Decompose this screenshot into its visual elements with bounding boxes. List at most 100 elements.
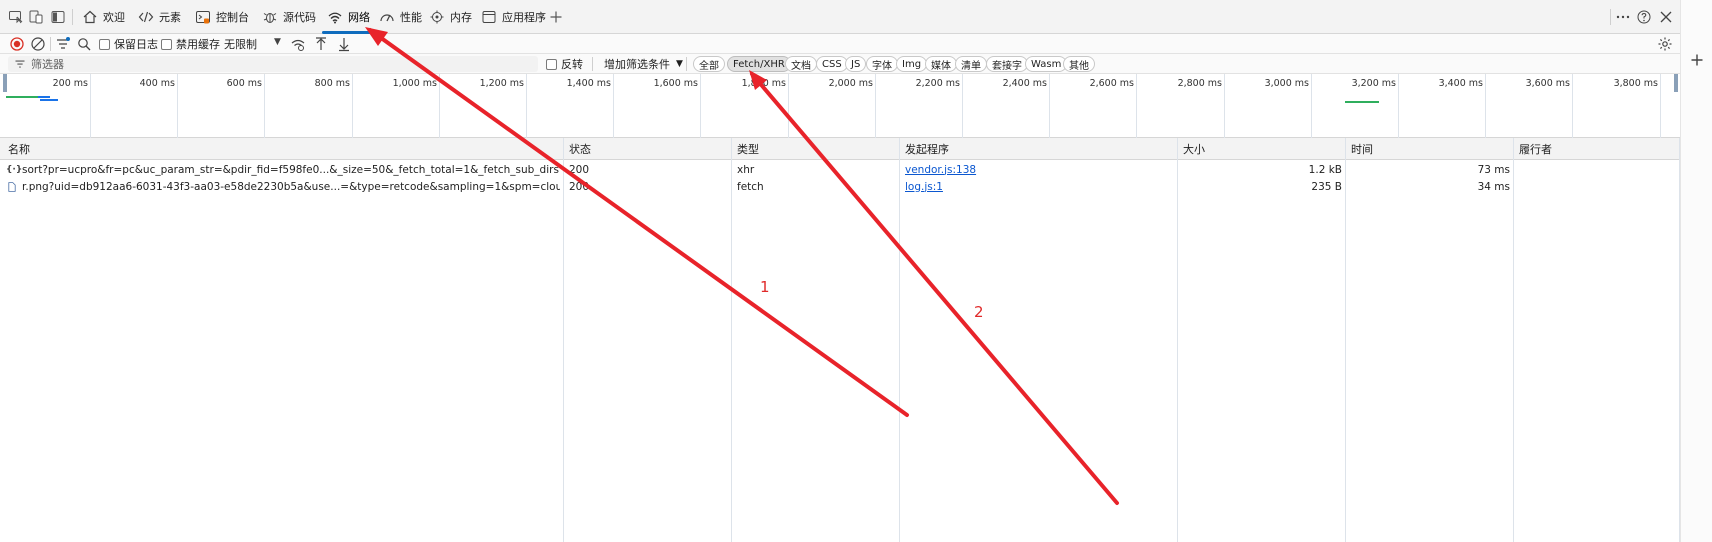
filter-type-wasm[interactable]: Wasm (1025, 56, 1068, 72)
code-icon (138, 9, 154, 25)
column-divider (1513, 138, 1514, 542)
tab-elements[interactable]: 元素 (138, 0, 181, 34)
add-icon[interactable] (1689, 52, 1705, 68)
filter-type-other[interactable]: 其他 (1063, 56, 1095, 72)
tab-network[interactable]: 网络 (327, 0, 370, 34)
filter-type-label: 其他 (1069, 60, 1089, 72)
tab-performance[interactable]: 性能 (379, 0, 422, 34)
table-row[interactable]: {·} sort?pr=ucpro&fr=pc&uc_param_str=&pd… (0, 161, 1680, 178)
filter-type-label: 清单 (961, 60, 981, 72)
import-har-icon[interactable] (313, 36, 329, 52)
filter-type-fetch-xhr[interactable]: Fetch/XHR (727, 56, 791, 72)
filter-type-manifest[interactable]: 清单 (955, 56, 987, 72)
overview-tick-label: 1,200 ms (479, 78, 524, 89)
request-initiator-link[interactable]: vendor.js:138 (905, 161, 1165, 178)
tab-label: 内存 (450, 11, 472, 24)
tab-sources[interactable]: 源代码 (262, 0, 316, 34)
overview-tick-label: 3,400 ms (1438, 78, 1483, 89)
column-header-type[interactable]: 类型 (731, 138, 759, 160)
overview-tick-label: 2,800 ms (1177, 78, 1222, 89)
tab-memory[interactable]: 内存 (429, 0, 472, 34)
table-row[interactable]: r.png?uid=db912aa6-6031-43f3-aa03-e58de2… (0, 178, 1680, 195)
filter-type-doc[interactable]: 文档 (785, 56, 817, 72)
tab-application[interactable]: 应用程序 (481, 0, 546, 34)
column-header-fulfilled-by[interactable]: 履行者 (1513, 138, 1552, 160)
network-overview[interactable]: 200 ms 400 ms 600 ms 800 ms 1,000 ms 1,2… (0, 74, 1680, 138)
filter-type-label: 全部 (699, 60, 719, 72)
request-name[interactable]: sort?pr=ucpro&fr=pc&uc_param_str=&pdir_f… (22, 161, 560, 178)
filter-type-css[interactable]: CSS (816, 56, 848, 72)
help-icon[interactable] (1636, 9, 1652, 25)
gauge-icon (379, 9, 395, 25)
overview-tick (439, 74, 440, 138)
overview-tick-label: 1,000 ms (392, 78, 437, 89)
filter-type-media[interactable]: 媒体 (925, 56, 957, 72)
settings-gear-icon[interactable] (1657, 36, 1673, 52)
filter-type-font[interactable]: 字体 (866, 56, 898, 72)
overview-tick (264, 74, 265, 138)
column-header-name[interactable]: 名称 (2, 138, 30, 160)
xhr-icon: {·} (6, 164, 22, 175)
toolbar-divider (50, 37, 51, 51)
overview-left-handle[interactable] (3, 74, 7, 92)
disable-cache-checkbox[interactable]: 禁用缓存 (161, 37, 220, 51)
tab-welcome[interactable]: 欢迎 (82, 0, 125, 34)
overview-tick (788, 74, 789, 138)
column-divider (1345, 138, 1346, 542)
preserve-log-checkbox[interactable]: 保留日志 (99, 37, 158, 51)
chevron-down-icon: ▼ (676, 59, 683, 69)
overview-tick (352, 74, 353, 138)
throttling-select[interactable]: 无限制 (224, 37, 257, 51)
invert-checkbox[interactable]: 反转 (546, 57, 583, 71)
filter-type-socket[interactable]: 套接字 (986, 56, 1028, 72)
column-header-label: 类型 (737, 143, 759, 156)
inspect-icon[interactable] (8, 9, 24, 25)
filter-input[interactable]: 筛选器 (8, 56, 538, 72)
export-har-icon[interactable] (336, 36, 352, 52)
overview-tick-label: 1,600 ms (653, 78, 698, 89)
dock-side-icon[interactable] (50, 9, 66, 25)
overview-tick (526, 74, 527, 138)
overview-tick-label: 2,000 ms (828, 78, 873, 89)
network-conditions-icon[interactable] (290, 36, 306, 52)
add-tab-icon[interactable] (548, 9, 564, 25)
filter-type-js[interactable]: JS (845, 56, 867, 72)
column-header-time[interactable]: 时间 (1345, 138, 1373, 160)
filter-type-img[interactable]: Img (896, 56, 928, 72)
overview-tick-label: 3,000 ms (1264, 78, 1309, 89)
overview-tick (1660, 74, 1661, 138)
filter-divider (686, 57, 687, 71)
request-time: 73 ms (1477, 163, 1510, 176)
filter-type-label: 套接字 (992, 60, 1022, 72)
checkbox-box[interactable] (161, 38, 172, 50)
overview-right-handle[interactable] (1674, 74, 1678, 92)
record-icon[interactable] (9, 36, 25, 52)
request-size: 235 B (1311, 180, 1342, 193)
home-icon (82, 9, 98, 25)
request-time: 34 ms (1477, 180, 1510, 193)
more-filters-dropdown[interactable]: 增加筛选条件 ▼ (604, 57, 683, 71)
filter-settings-icon[interactable] (55, 36, 71, 52)
request-name[interactable]: r.png?uid=db912aa6-6031-43f3-aa03-e58de2… (22, 178, 560, 195)
request-initiator-link[interactable]: log.js:1 (905, 178, 1165, 195)
column-header-size[interactable]: 大小 (1177, 138, 1205, 160)
close-icon[interactable] (1658, 9, 1674, 25)
device-toolbar-icon[interactable] (28, 9, 44, 25)
column-divider (1177, 138, 1178, 542)
overview-tick-label: 3,800 ms (1613, 78, 1658, 89)
filter-type-label: Fetch/XHR (733, 58, 785, 70)
tab-console[interactable]: 控制台 (195, 0, 249, 34)
checkbox-box[interactable] (546, 58, 557, 70)
clear-icon[interactable] (30, 36, 46, 52)
checkbox-box[interactable] (99, 38, 110, 50)
filter-type-label: 媒体 (931, 60, 951, 72)
request-status: 200 (569, 180, 590, 193)
more-options-icon[interactable] (1615, 9, 1631, 25)
chevron-down-icon[interactable]: ▼ (274, 37, 281, 47)
annotation-label-2: 2 (974, 303, 984, 321)
filter-type-all[interactable]: 全部 (693, 56, 725, 72)
column-header-status[interactable]: 状态 (563, 138, 591, 160)
filter-type-label: 字体 (872, 60, 892, 72)
column-header-initiator[interactable]: 发起程序 (899, 138, 949, 160)
search-icon[interactable] (76, 36, 92, 52)
